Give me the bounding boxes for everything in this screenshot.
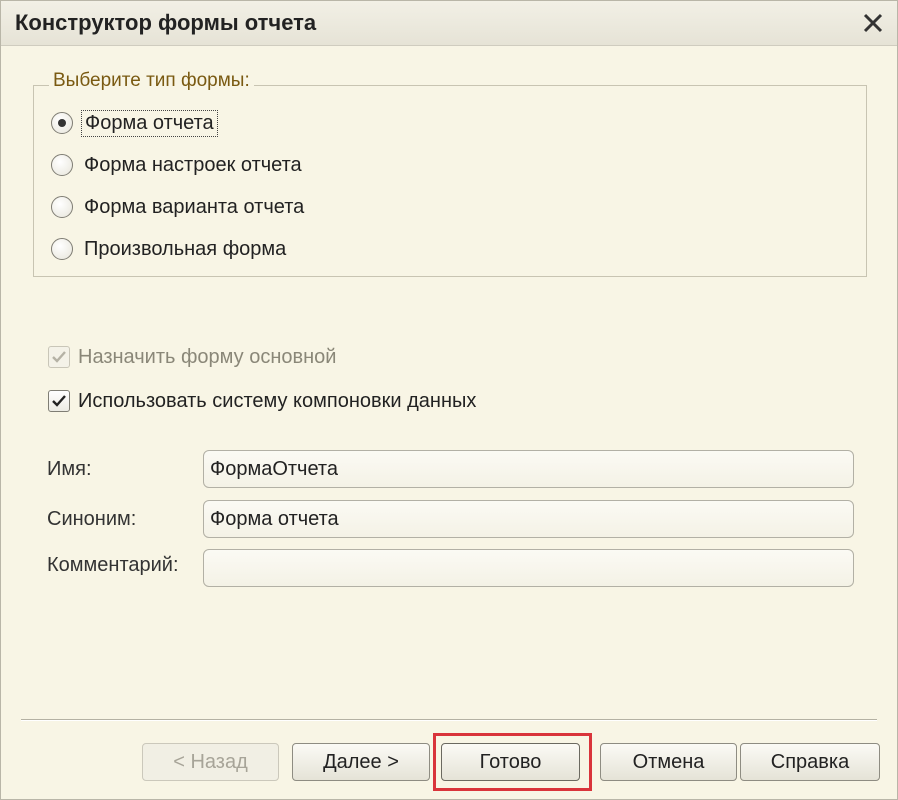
radio-custom-form[interactable]: Произвольная форма (51, 234, 289, 264)
radio-variant-form[interactable]: Форма варианта отчета (51, 192, 307, 222)
radio-label: Произвольная форма (84, 237, 287, 260)
comment-label: Комментарий: (47, 554, 179, 576)
checkbox[interactable] (48, 390, 70, 412)
checkbox-set-main-form: Назначить форму основной (48, 342, 336, 372)
title-bar: Конструктор формы отчета (1, 1, 897, 46)
checkmark-icon (52, 395, 66, 407)
radio-report-form[interactable]: Форма отчета (51, 108, 218, 138)
form-type-legend: Выберите тип формы: (49, 70, 254, 92)
back-button[interactable]: < Назад (142, 743, 279, 781)
checkmark-icon (52, 351, 66, 363)
synonym-field[interactable] (203, 500, 854, 538)
radio-label: Форма отчета (81, 109, 218, 137)
report-form-designer-dialog: Конструктор формы отчета Выберите тип фо… (0, 0, 898, 800)
radio-label: Форма варианта отчета (84, 195, 305, 218)
radio-settings-form[interactable]: Форма настроек отчета (51, 150, 305, 180)
checkbox-label: Использовать систему компоновки данных (78, 389, 477, 412)
radio-button[interactable] (51, 154, 73, 176)
radio-label: Форма настроек отчета (84, 153, 302, 176)
name-field[interactable] (203, 450, 854, 488)
radio-button[interactable] (51, 112, 73, 134)
synonym-label: Синоним: (47, 508, 137, 530)
next-button[interactable]: Далее > (292, 743, 430, 781)
radio-button[interactable] (51, 196, 73, 218)
dialog-title: Конструктор формы отчета (15, 10, 317, 35)
footer-separator (21, 719, 877, 721)
checkbox-use-dcs[interactable]: Использовать систему компоновки данных (48, 386, 476, 416)
help-button[interactable]: Справка (740, 743, 880, 781)
checkbox-label: Назначить форму основной (78, 345, 337, 368)
close-button[interactable] (857, 7, 889, 39)
comment-field[interactable] (203, 549, 854, 587)
name-label: Имя: (47, 458, 92, 480)
close-icon (863, 13, 883, 33)
done-button[interactable]: Готово (441, 743, 580, 781)
checkbox (48, 346, 70, 368)
cancel-button[interactable]: Отмена (600, 743, 737, 781)
radio-button[interactable] (51, 238, 73, 260)
